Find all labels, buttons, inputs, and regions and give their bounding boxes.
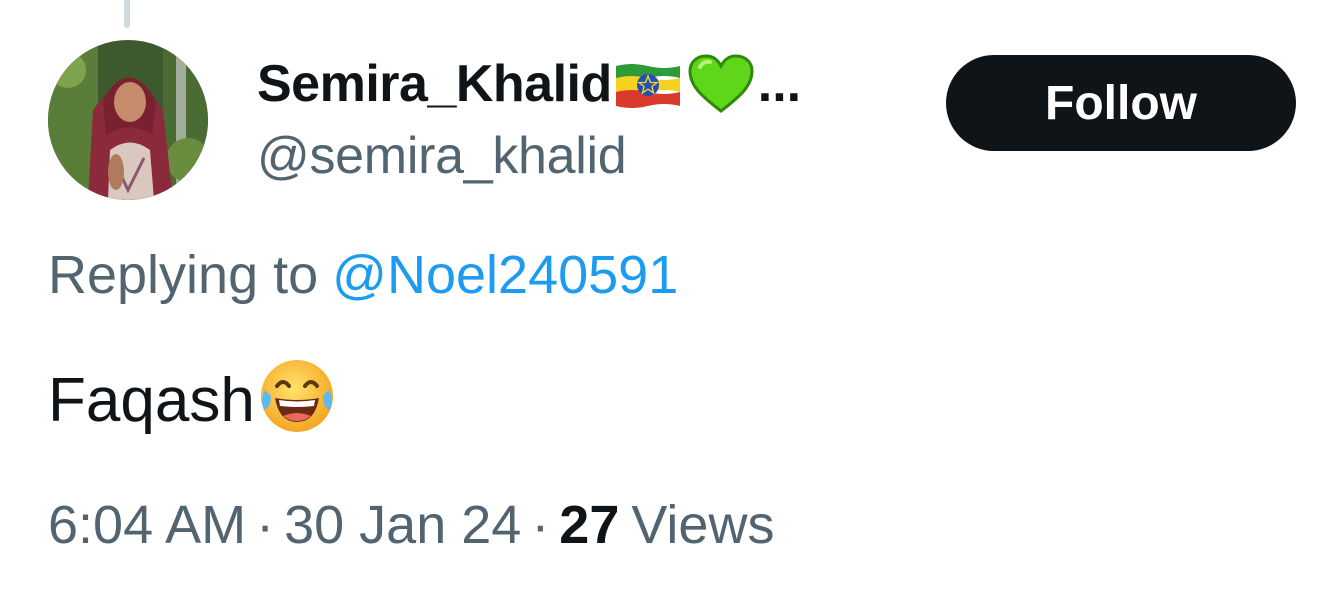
tweet-time[interactable]: 6:04 AM xyxy=(48,495,246,555)
author-display-name[interactable]: Semira_Khalid xyxy=(257,54,612,114)
views-label[interactable]: Views xyxy=(631,495,774,555)
follow-button[interactable]: Follow xyxy=(946,55,1296,151)
meta-separator: · xyxy=(531,495,550,555)
ethiopia-flag-icon xyxy=(614,60,682,115)
author-handle[interactable]: @semira_khalid xyxy=(257,126,627,186)
replying-to-link[interactable]: @Noel240591 xyxy=(332,245,678,305)
thread-connector-line xyxy=(124,0,130,28)
green-heart-icon xyxy=(686,53,756,120)
author-name-row[interactable]: Semira_Khalid ... xyxy=(257,52,801,116)
replying-to-line: Replying to @Noel240591 xyxy=(48,244,678,306)
tweet-text: Faqash xyxy=(48,350,337,451)
tweet-date[interactable]: 30 Jan 24 xyxy=(284,495,521,555)
avatar-image xyxy=(48,40,208,200)
face-with-tears-of-joy-icon xyxy=(257,356,337,451)
name-truncation-ellipsis: ... xyxy=(757,55,802,113)
meta-separator: · xyxy=(256,495,275,555)
views-count[interactable]: 27 xyxy=(559,495,619,555)
replying-prefix: Replying to xyxy=(48,245,319,305)
tweet-meta: 6:04 AM · 30 Jan 24 · 27 Views xyxy=(48,494,774,556)
avatar[interactable] xyxy=(48,40,208,200)
tweet-text-content: Faqash xyxy=(48,366,255,435)
